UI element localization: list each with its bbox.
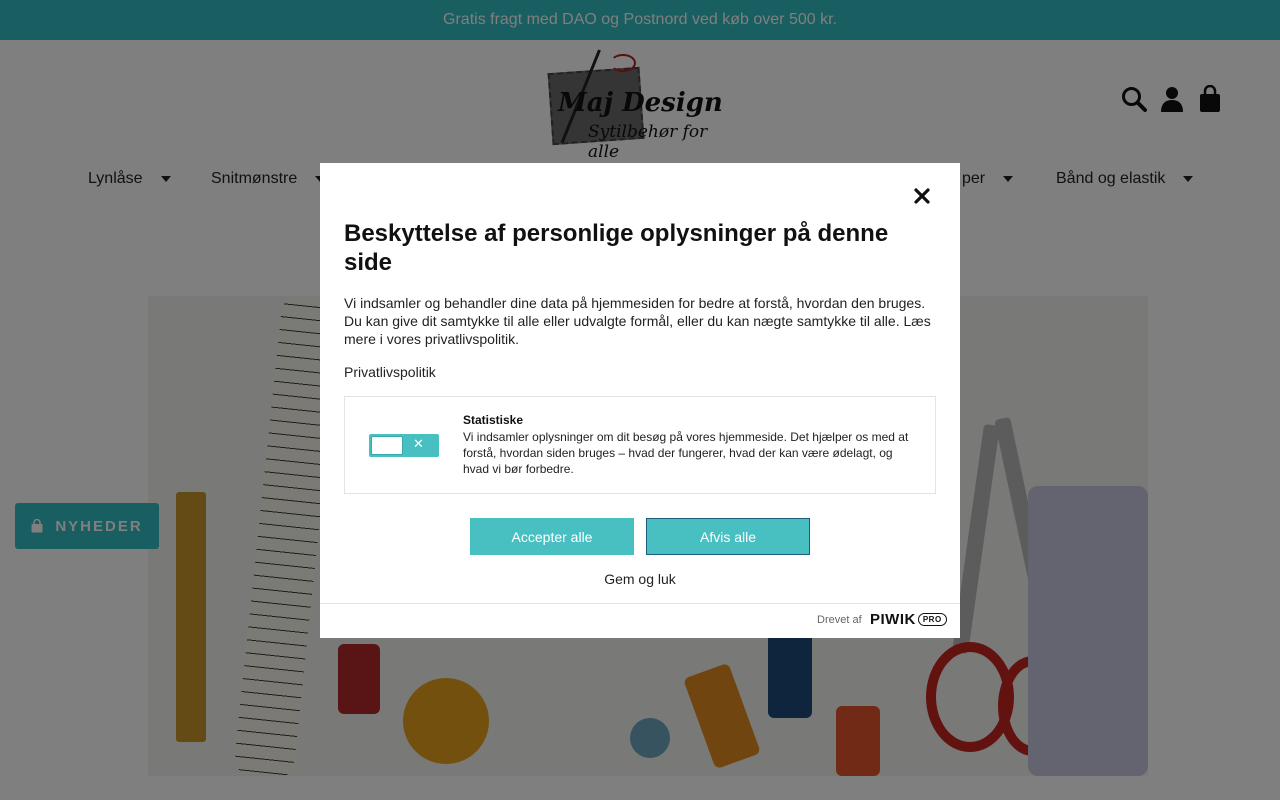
statistics-toggle[interactable]: ✕ xyxy=(369,434,439,457)
modal-footer xyxy=(320,603,960,638)
consent-category-title: Statistiske xyxy=(463,413,524,427)
piwik-logo-suffix: PRO xyxy=(917,613,947,626)
modal-title: Beskyttelse af personlige oplysninger på… xyxy=(344,220,889,276)
piwik-pro-logo[interactable]: PIWIK PRO xyxy=(870,611,947,628)
consent-category-text: Vi indsamler oplysninger om dit besøg på… xyxy=(463,430,909,476)
piwik-logo-text: PIWIK xyxy=(870,611,916,628)
close-icon: ✕ xyxy=(413,437,424,452)
save-and-close-button[interactable]: Gem og luk xyxy=(560,571,720,587)
accept-all-button[interactable]: Accepter alle xyxy=(470,518,634,555)
toggle-knob xyxy=(371,436,403,455)
powered-by-text: Drevet af xyxy=(817,614,862,626)
reject-all-button[interactable]: Afvis alle xyxy=(646,518,810,555)
modal-description: Vi indsamler og behandler dine data på h… xyxy=(344,295,931,347)
privacy-policy-link[interactable]: Privatlivspolitik xyxy=(344,364,436,380)
close-icon[interactable] xyxy=(911,185,933,207)
